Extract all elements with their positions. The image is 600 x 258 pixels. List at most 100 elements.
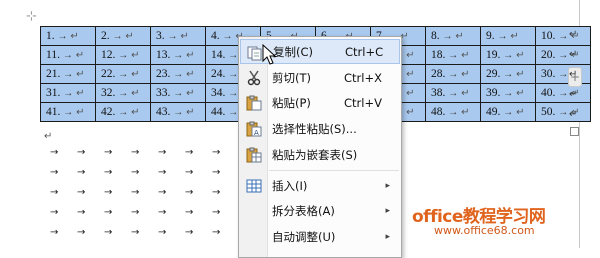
table-cell[interactable]: 39. → ↵ <box>480 83 536 103</box>
cell-number: 42. <box>101 106 116 118</box>
tab-mark: → <box>503 50 514 61</box>
table-cell[interactable]: 33. → ↵ <box>150 83 206 103</box>
table-cell[interactable]: 41. → ↵ <box>40 102 96 122</box>
table-cell[interactable]: 28. → ↵ <box>425 64 481 84</box>
table-cell[interactable]: 2. → ↵ <box>95 26 151 46</box>
table-cell[interactable]: 31. → ↵ <box>40 83 96 103</box>
menu-item-cut[interactable]: 剪切(T) Ctrl+X <box>240 65 400 90</box>
cell-end-mark: ↵ <box>461 107 470 118</box>
cell-number: 38. <box>431 87 446 99</box>
cell-number: 41. <box>46 106 61 118</box>
table-cell[interactable]: 29. → ↵ <box>480 64 536 84</box>
tab-mark: → <box>50 207 59 218</box>
table-cell[interactable]: 38. → ↵ <box>425 83 481 103</box>
tab-mark: → <box>497 31 508 42</box>
tab-mark: → <box>228 69 239 80</box>
table-cell[interactable]: 48. → ↵ <box>425 102 481 122</box>
tab-mark: → <box>212 147 221 158</box>
menu-item-label: 插入(I) <box>272 178 308 193</box>
cell-number: 20. <box>541 49 556 61</box>
cell-number: 32. <box>101 87 116 99</box>
table-cell[interactable]: 13. → ↵ <box>150 45 206 65</box>
table-cell[interactable]: 42. → ↵ <box>95 102 151 122</box>
tab-mark: → <box>77 207 86 218</box>
tab-mark: → <box>158 227 167 238</box>
tab-mark: → <box>558 107 569 118</box>
table-cell[interactable]: 40. → ↵ <box>535 83 591 103</box>
table-cell[interactable]: 43. → ↵ <box>150 102 206 122</box>
tab-mark: → <box>50 227 59 238</box>
menu-item-autofit[interactable]: 自动调整(U) ▸ <box>240 224 400 249</box>
tab-mark: → <box>558 69 569 80</box>
cell-number: 34. <box>211 87 226 99</box>
tab-mark: → <box>212 207 221 218</box>
table-move-handle-icon[interactable]: ⊹ <box>26 10 37 23</box>
watermark-url: www.office68.com <box>434 224 535 237</box>
tab-mark: → <box>173 107 184 118</box>
cell-end-mark: ↵ <box>516 50 525 61</box>
cell-number: 22. <box>101 68 116 80</box>
table-cell[interactable]: 50. → ↵ <box>535 102 591 122</box>
tab-mark: → <box>558 50 569 61</box>
menu-item-paste-nested-table[interactable]: 粘贴为嵌套表(S) <box>240 142 400 167</box>
table-cell[interactable]: 3. → ↵ <box>150 26 206 46</box>
table-cell[interactable]: 12. → ↵ <box>95 45 151 65</box>
table-cell[interactable]: 9. → ↵ <box>480 26 536 46</box>
cell-number: 49. <box>486 106 501 118</box>
menu-item-split-table[interactable]: 拆分表格(A) ▸ <box>240 198 400 223</box>
table-cell[interactable]: 49. → ↵ <box>480 102 536 122</box>
row-end-mark: ↵ <box>569 49 578 60</box>
cell-number: 3. <box>156 30 165 42</box>
tab-mark: → <box>185 147 194 158</box>
tab-mark: → <box>50 167 59 178</box>
table-resize-handle[interactable] <box>570 127 579 136</box>
cell-number: 24. <box>211 68 226 80</box>
menu-item-paste-special[interactable]: A 选择性粘贴(S)... <box>240 116 400 141</box>
cell-number: 21. <box>46 68 61 80</box>
tab-mark: → <box>558 88 569 99</box>
table-cell[interactable]: 22. → ↵ <box>95 64 151 84</box>
tab-mark: → <box>173 88 184 99</box>
cell-number: 39. <box>486 87 501 99</box>
table-cell[interactable]: 11. → ↵ <box>40 45 96 65</box>
table-cell[interactable]: 23. → ↵ <box>150 64 206 84</box>
table-cell[interactable]: 1. → ↵ <box>40 26 96 46</box>
tab-mark: → <box>228 107 239 118</box>
watermark: office教程学习网 www.office68.com <box>412 202 546 237</box>
cell-end-mark: ↵ <box>75 50 85 61</box>
cell-number: 43. <box>156 106 171 118</box>
submenu-arrow-icon: ▸ <box>385 180 390 191</box>
tab-mark: → <box>212 167 221 178</box>
tab-mark: → <box>63 88 74 99</box>
table-cell[interactable]: 18. → ↵ <box>425 45 481 65</box>
table-cell[interactable]: 32. → ↵ <box>95 83 151 103</box>
cell-end-mark: ↵ <box>516 69 525 80</box>
table-cell[interactable]: 21. → ↵ <box>40 64 96 84</box>
cell-end-mark: ↵ <box>186 107 195 118</box>
cell-end-mark: ↵ <box>186 69 195 80</box>
tab-mark: → <box>118 50 129 61</box>
menu-item-label: 自动调整(U) <box>272 229 336 244</box>
cell-end-mark: ↵ <box>516 88 525 99</box>
paste-icon <box>246 95 262 111</box>
row-end-mark: ↵ <box>569 89 578 100</box>
menu-item-label: 粘贴为嵌套表(S) <box>272 147 358 162</box>
table-cell[interactable]: 8. → ↵ <box>425 26 481 46</box>
table-cell[interactable]: 10. → ↵ <box>535 26 591 46</box>
context-menu: 复制(C) Ctrl+C 剪切(T) Ctrl+X 粘贴(P) Ctrl+V A… <box>238 36 402 258</box>
table-cell[interactable]: 30. → ↵ <box>535 64 591 84</box>
table-cell[interactable]: 20. → ↵ <box>535 45 591 65</box>
menu-item-paste[interactable]: 粘贴(P) Ctrl+V <box>240 90 400 115</box>
insert-table-icon <box>246 178 262 194</box>
cell-end-mark: ↵ <box>76 107 85 118</box>
tab-mark: → <box>185 167 194 178</box>
table-cell[interactable]: 19. → ↵ <box>480 45 536 65</box>
tab-mark: → <box>118 88 129 99</box>
tab-mark: → <box>212 227 221 238</box>
tab-mark: → <box>50 147 59 158</box>
cell-number: 44. <box>211 106 226 118</box>
tab-mark: → <box>104 207 113 218</box>
cell-number: 4. <box>211 30 220 42</box>
menu-item-insert[interactable]: 插入(I) ▸ <box>240 173 400 198</box>
tab-mark: → <box>185 207 194 218</box>
